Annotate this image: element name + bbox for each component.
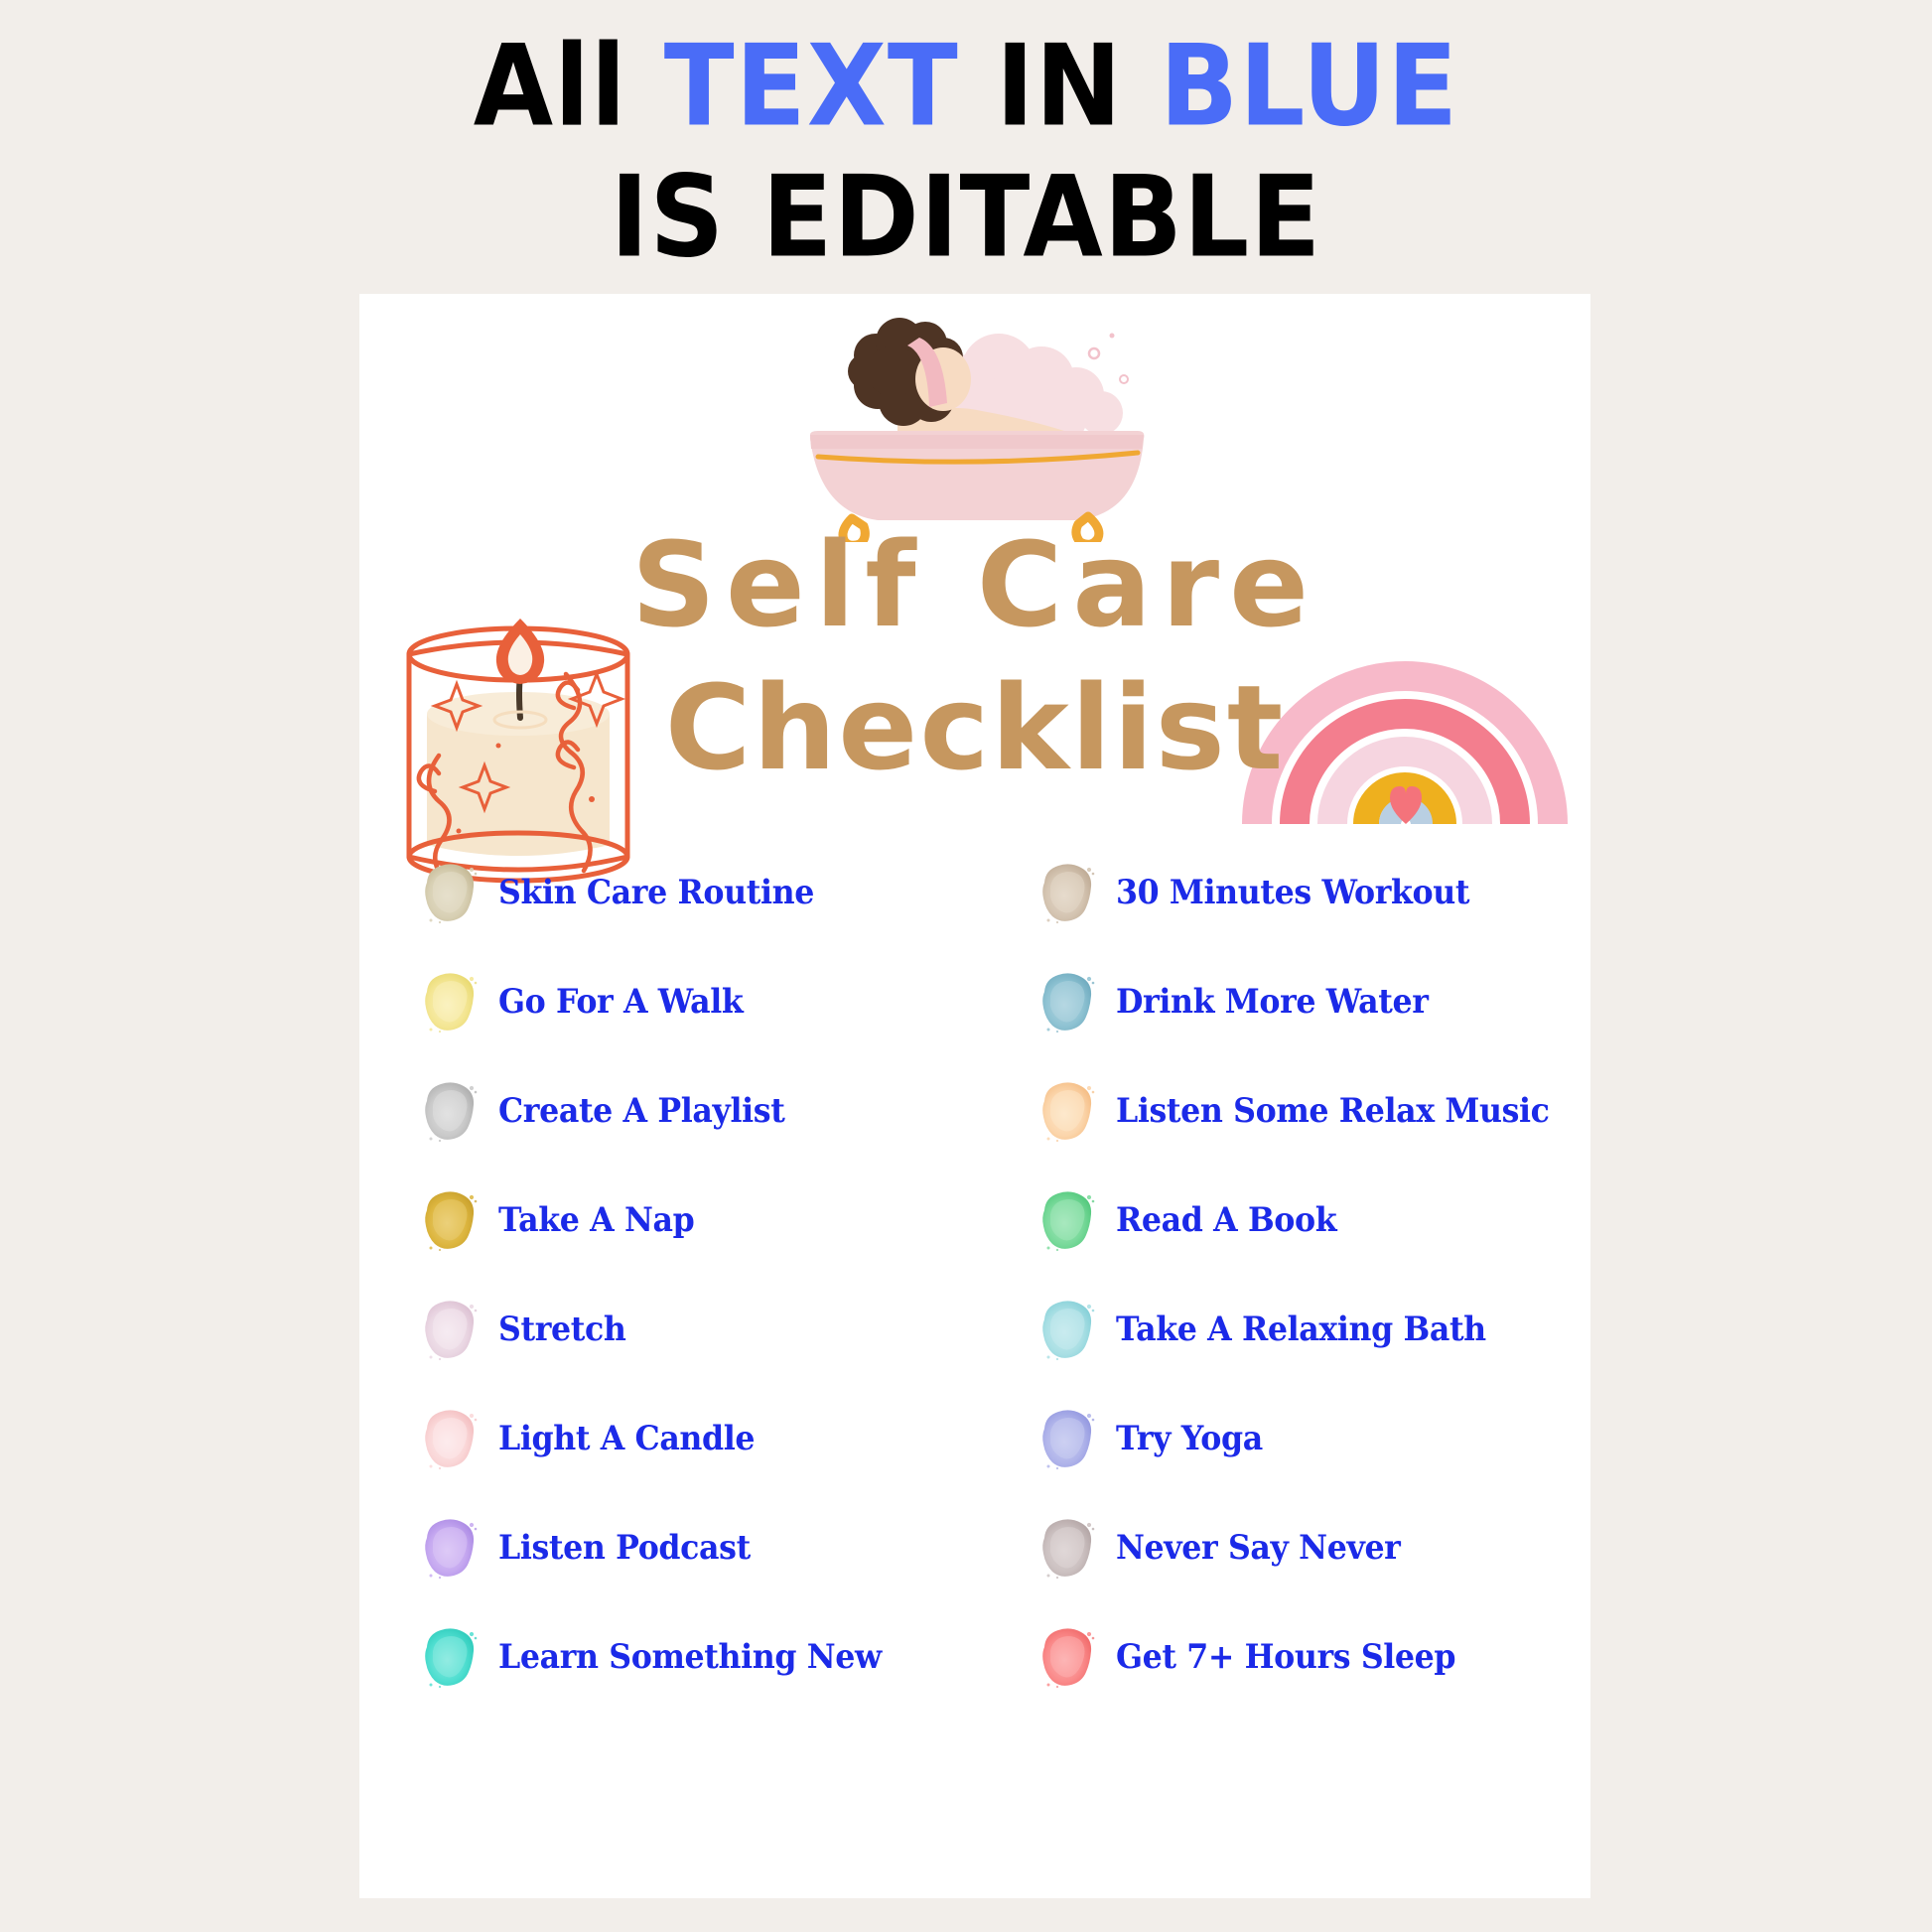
checklist-item[interactable]: Skin Care Routine: [359, 838, 975, 947]
watercolor-checkbox-blob[interactable]: [1036, 970, 1098, 1034]
checklist-item-label: Drink More Water: [1116, 982, 1429, 1022]
watercolor-checkbox-blob[interactable]: [1036, 1516, 1098, 1580]
checklist-item-label: Get 7+ Hours Sleep: [1116, 1637, 1456, 1677]
watercolor-checkbox-blob[interactable]: [1036, 1298, 1098, 1361]
checklist-item-label: Try Yoga: [1116, 1419, 1263, 1458]
checklist-item-label: Listen Some Relax Music: [1116, 1091, 1550, 1131]
checklist-item-label: Light A Candle: [498, 1419, 756, 1458]
checklist-item-label: Stretch: [498, 1310, 626, 1349]
tub-foot-right: [1071, 511, 1104, 549]
checklist-item[interactable]: Light A Candle: [359, 1384, 975, 1493]
checklist-item[interactable]: Drink More Water: [975, 947, 1590, 1056]
checklist-item[interactable]: Read A Book: [975, 1166, 1590, 1275]
watercolor-checkbox-blob[interactable]: [419, 1407, 481, 1470]
checklist-item[interactable]: Get 7+ Hours Sleep: [975, 1602, 1590, 1712]
watercolor-checkbox-blob[interactable]: [419, 970, 481, 1034]
checklist-grid: Skin Care Routine 30 Minutes Workout Go …: [359, 838, 1590, 1712]
watercolor-checkbox-blob[interactable]: [419, 1516, 481, 1580]
checklist-item-label: 30 Minutes Workout: [1116, 873, 1470, 912]
printable-sheet: Self Care Checklist Skin Care Routine 30…: [359, 294, 1590, 1898]
watercolor-checkbox-blob[interactable]: [1036, 861, 1098, 924]
checklist-item-label: Read A Book: [1116, 1200, 1337, 1240]
watercolor-checkbox-blob[interactable]: [419, 1079, 481, 1143]
watercolor-checkbox-blob[interactable]: [419, 1188, 481, 1252]
checklist-item-label: Learn Something New: [498, 1637, 882, 1677]
checklist-item-label: Go For A Walk: [498, 982, 744, 1022]
checklist-item[interactable]: Learn Something New: [359, 1602, 975, 1712]
checklist-item[interactable]: Try Yoga: [975, 1384, 1590, 1493]
watercolor-checkbox-blob[interactable]: [1036, 1625, 1098, 1689]
checklist-item-label: Skin Care Routine: [498, 873, 814, 912]
checklist-item-label: Take A Relaxing Bath: [1116, 1310, 1486, 1349]
checklist-item[interactable]: Take A Nap: [359, 1166, 975, 1275]
banner-word-all: All: [473, 20, 664, 153]
banner-word-blue: BLUE: [1159, 20, 1459, 153]
watercolor-checkbox-blob[interactable]: [1036, 1188, 1098, 1252]
checklist-item-label: Listen Podcast: [498, 1528, 751, 1568]
watercolor-checkbox-blob[interactable]: [419, 1625, 481, 1689]
watercolor-checkbox-blob[interactable]: [419, 1298, 481, 1361]
banner-word-in: IN: [996, 20, 1160, 153]
checklist-item[interactable]: Go For A Walk: [359, 947, 975, 1056]
tub-foot-left: [838, 513, 870, 550]
checklist-item[interactable]: Create A Playlist: [359, 1056, 975, 1166]
rainbow-illustration: [1241, 582, 1569, 830]
checklist-item-label: Take A Nap: [498, 1200, 695, 1240]
checklist-item[interactable]: 30 Minutes Workout: [975, 838, 1590, 947]
checklist-item[interactable]: Stretch: [359, 1275, 975, 1384]
watercolor-checkbox-blob[interactable]: [419, 861, 481, 924]
editable-notice-banner: All TEXT IN BLUE IS EDITABLE: [0, 30, 1932, 274]
banner-line-2: IS EDITABLE: [610, 151, 1322, 284]
checklist-item[interactable]: Take A Relaxing Bath: [975, 1275, 1590, 1384]
banner-line-1: All TEXT IN BLUE: [0, 30, 1932, 143]
checklist-item-label: Never Say Never: [1116, 1528, 1401, 1568]
checklist-item[interactable]: Listen Podcast: [359, 1493, 975, 1602]
checklist-item-label: Create A Playlist: [498, 1091, 785, 1131]
banner-word-text: TEXT: [663, 20, 997, 153]
checklist-item[interactable]: Listen Some Relax Music: [975, 1056, 1590, 1166]
checklist-item[interactable]: Never Say Never: [975, 1493, 1590, 1602]
watercolor-checkbox-blob[interactable]: [1036, 1407, 1098, 1470]
bathtub-illustration: [749, 284, 1166, 550]
watercolor-checkbox-blob[interactable]: [1036, 1079, 1098, 1143]
